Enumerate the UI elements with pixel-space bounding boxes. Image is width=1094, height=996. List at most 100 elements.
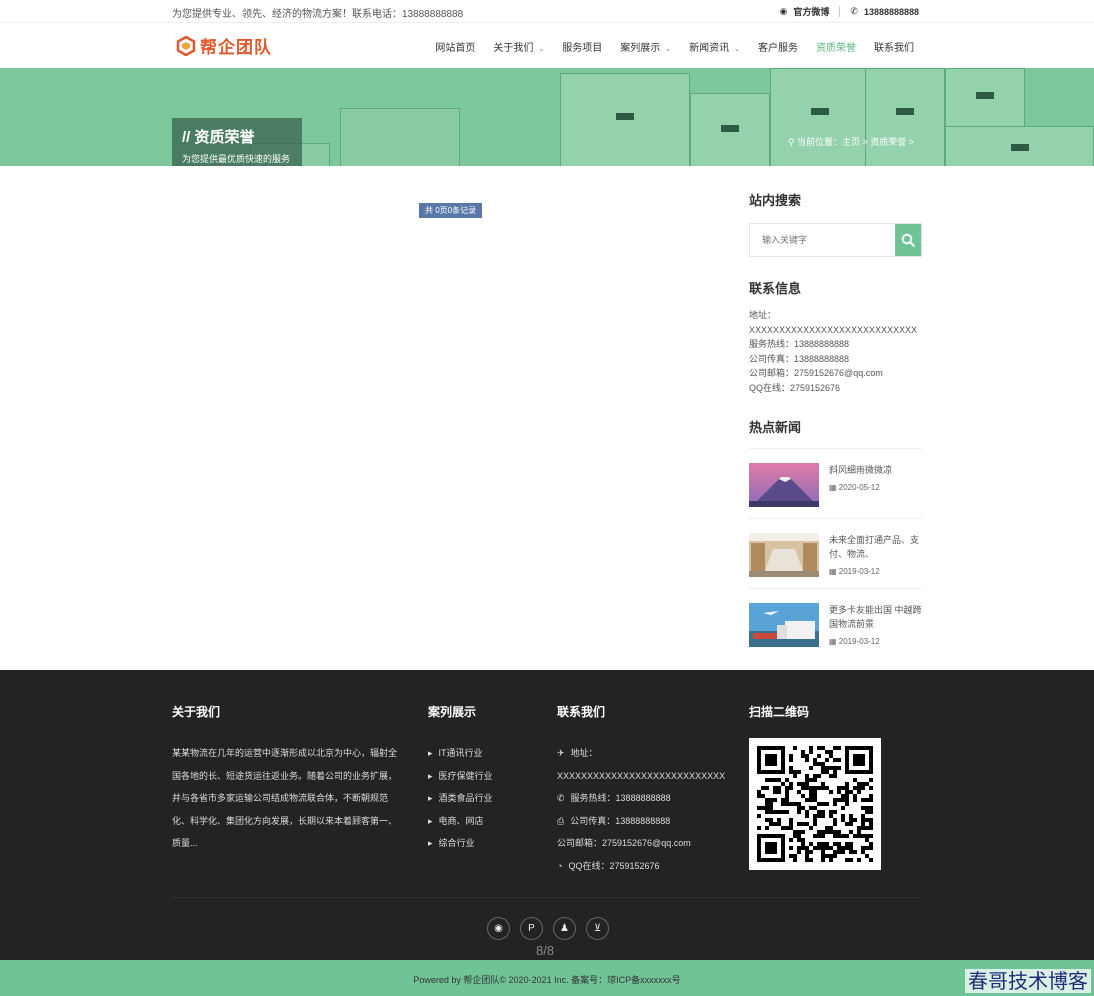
contact-line: 地址： (749, 310, 777, 320)
contact-line: QQ在线：2759152676 (749, 382, 841, 393)
banner-title-box: // 资质荣誉 为您提供最优质快速的服务 (172, 118, 302, 166)
footer-case-link[interactable]: ▸ 电商、网店 (428, 810, 538, 833)
caret-right-icon: ▸ (428, 770, 433, 781)
footer-case-label: 医疗保健行业 (438, 770, 493, 781)
chevron-down-icon: ⌄ (538, 46, 545, 53)
phone-icon: ✆ (850, 6, 858, 16)
social-links: ◉ P ♟ ⊻ (487, 917, 609, 940)
footer-cases: 案列展示 ▸ IT通讯行业 ▸ 医疗保健行业 ▸ 酒类食品行业 ▸ 电商、网店 ▸ 综合行… (428, 703, 538, 855)
footer-contact-list: ✈ 地址： XXXXXXXXXXXXXXXXXXXXXXXXXXXX ✆ 服务热线：… (557, 742, 737, 877)
footer-case-label: 酒类食品行业 (438, 793, 493, 803)
pinterest-icon[interactable]: P (520, 917, 543, 940)
chevron-down-icon: ⌄ (665, 46, 672, 53)
logo-icon (176, 35, 196, 56)
map-icon: ✈ (557, 748, 565, 758)
news-thumbnail[interactable] (749, 533, 819, 577)
news-item-title[interactable]: 斜风细雨微微凉 (829, 463, 892, 477)
news-title: 热点新闻 (749, 420, 802, 435)
search-box (749, 223, 922, 257)
news-thumbnail[interactable] (749, 603, 819, 647)
nav-cases-label: 案列展示 (620, 43, 661, 54)
logo[interactable]: 帮企团队 (176, 33, 272, 58)
copyright-text: Powered by 帮企团队© 2020-2021 Inc. 备案号：琼ICP… (413, 975, 681, 985)
footer-contact: 联系我们 ✈ 地址： XXXXXXXXXXXXXXXXXXXXXXXXXXXX ✆… (557, 703, 737, 877)
news-item-date: ▦ 2019-03-12 (829, 637, 922, 646)
search-icon (901, 233, 915, 247)
contact-line: XXXXXXXXXXXXXXXXXXXXXXXXXXXX (749, 324, 918, 335)
news-item-title[interactable]: 更多卡友能出国 中越跨国物流前景 (829, 603, 922, 631)
nav-contact[interactable]: 联系我们 (874, 39, 914, 54)
search-input[interactable] (750, 224, 895, 256)
footer-case-link[interactable]: ▸ 酒类食品行业 (428, 787, 538, 810)
footer-qr-title: 扫描二维码 (749, 705, 810, 719)
page-banner: // 资质荣誉 为您提供最优质快速的服务 ⚲ 当前位置：主页 > 资质荣誉 > (0, 68, 1094, 166)
nav-about[interactable]: 关于我们 ⌄ (493, 39, 544, 54)
nav-news-label: 新闻资讯 (689, 43, 730, 54)
news-item-date: ▦ 2020-05-12 (829, 483, 892, 492)
nav-honors[interactable]: 资质荣誉 (816, 39, 856, 54)
nav-home[interactable]: 网站首页 (435, 39, 475, 54)
footer-cases-list: ▸ IT通讯行业 ▸ 医疗保健行业 ▸ 酒类食品行业 ▸ 电商、网店 ▸ 综合行业 (428, 742, 538, 855)
caret-right-icon: ▸ (428, 815, 433, 826)
nav-customer-service[interactable]: 客户服务 (758, 39, 798, 54)
qq-icon[interactable]: ♟ (553, 917, 576, 940)
news-item[interactable]: 更多卡友能出国 中越跨国物流前景 ▦ 2019-03-12 (749, 589, 922, 659)
footer-cases-title: 案列展示 (428, 705, 477, 719)
page-subtitle: 为您提供最优质快速的服务 (182, 154, 291, 164)
header: 帮企团队 网站首页 关于我们 ⌄ 服务项目 案列展示 ⌄ 新闻资讯 ⌄ 客户服务 资质… (0, 23, 1094, 68)
fax-icon: ⎙ (557, 815, 565, 826)
footer-qr: 扫描二维码 (749, 703, 881, 873)
location-pin-icon: ⚲ (787, 137, 795, 147)
top-bar: 为您提供专业、领先、经济的物流方案！联系电话：13888888888 ◉ 官方微… (0, 0, 1094, 23)
copyright-bar: Powered by 帮企团队© 2020-2021 Inc. 备案号：琼ICP… (0, 960, 1094, 996)
pagination-info: 共 0页0条记录 (419, 203, 483, 218)
footer-case-link[interactable]: ▸ IT通讯行业 (428, 742, 538, 765)
calendar-icon: ▦ (829, 567, 839, 576)
nav-cases[interactable]: 案列展示 ⌄ (620, 39, 671, 54)
caret-right-icon: ▸ (428, 838, 433, 848)
top-phone: 13888888888 (863, 6, 919, 17)
phone-icon: ✆ (557, 793, 565, 803)
caret-right-icon: ▸ (428, 748, 433, 758)
page-indicator: 8/8 (536, 943, 555, 958)
contact-line: 公司传真：13888888888 (749, 353, 850, 364)
top-links: ◉ 官方微博 ✆ 13888888888 (780, 5, 919, 18)
news-thumbnail[interactable] (749, 463, 819, 507)
divider (839, 6, 841, 17)
footer-contact-line: QQ在线：2759152676 (568, 860, 660, 871)
calendar-icon: ▦ (829, 637, 839, 646)
breadcrumb-text[interactable]: 当前位置：主页 > 资质荣誉 > (797, 137, 914, 147)
caret-right-icon: ▸ (428, 793, 433, 803)
footer-case-link[interactable]: ▸ 医疗保健行业 (428, 765, 538, 788)
date-text: 2019-03-12 (838, 637, 880, 646)
breadcrumb: ⚲ 当前位置：主页 > 资质荣誉 > (788, 135, 914, 148)
nav-services[interactable]: 服务项目 (562, 39, 602, 54)
contact-info: 地址： XXXXXXXXXXXXXXXXXXXXXXXXXXXX 服务热线：13… (749, 308, 922, 395)
qq-icon: ◔ (557, 860, 563, 871)
news-item-date: ▦ 2019-03-12 (829, 567, 922, 576)
calendar-icon: ▦ (829, 483, 839, 492)
footer-about-text: 某某物流在几年的运营中逐渐形成以北京为中心，辐射全国各地的长、短途货运往返业务。… (172, 748, 398, 848)
nav-about-label: 关于我们 (493, 43, 534, 54)
footer-contact-line: XXXXXXXXXXXXXXXXXXXXXXXXXXXX (557, 770, 726, 781)
news-item[interactable]: 斜风细雨微微凉 ▦ 2020-05-12 (749, 449, 922, 519)
weibo-link[interactable]: 官方微博 (793, 5, 829, 18)
footer-divider (172, 897, 922, 898)
logo-text: 帮企团队 (200, 38, 272, 58)
news-item[interactable]: 未来全面打通产品、支付、物流、 ▦ 2019-03-12 (749, 519, 922, 589)
contact-line: 公司邮箱：2759152676@qq.com (749, 368, 883, 378)
qr-code (749, 738, 881, 870)
contact-title: 联系信息 (749, 281, 802, 296)
news-item-title[interactable]: 未来全面打通产品、支付、物流、 (829, 533, 922, 561)
weibo-icon[interactable]: ◉ (487, 917, 510, 940)
page-title: // 资质荣誉 (182, 129, 255, 146)
footer-case-link[interactable]: ▸ 综合行业 (428, 832, 538, 855)
weibo-icon: ◉ (779, 6, 788, 16)
footer: 关于我们 某某物流在几年的运营中逐渐形成以北京为中心，辐射全国各地的长、短途货运… (0, 670, 1094, 960)
cart-icon[interactable]: ⊻ (586, 917, 609, 940)
sidebar: 站内搜索 联系信息 地址： XXXXXXXXXXXXXXXXXXXXXXXXXX… (749, 190, 922, 659)
footer-contact-line: 地址： (570, 748, 598, 758)
date-text: 2019-03-12 (838, 567, 880, 576)
search-button[interactable] (895, 224, 921, 256)
nav-news[interactable]: 新闻资讯 ⌄ (689, 39, 740, 54)
